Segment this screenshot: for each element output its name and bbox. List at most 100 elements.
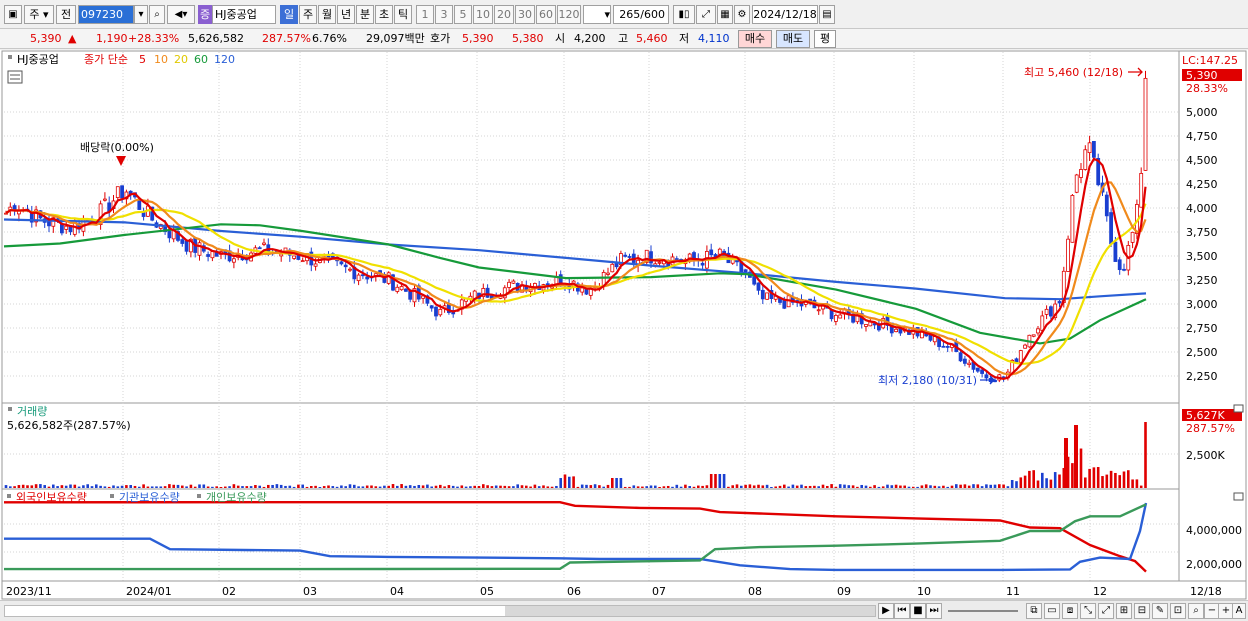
period-week[interactable]: 주 xyxy=(299,5,317,24)
num-120[interactable]: 120 xyxy=(557,5,581,24)
code-dropdown-icon[interactable]: ▾ xyxy=(134,5,148,24)
layout-icon[interactable]: ▣ xyxy=(4,5,22,24)
volume-bar xyxy=(185,486,188,488)
volume-bar xyxy=(907,486,911,488)
period-month[interactable]: 월 xyxy=(318,5,336,24)
volume-bar xyxy=(563,474,567,488)
volume-panel[interactable] xyxy=(1,402,1180,490)
volume-bar xyxy=(516,484,519,488)
volume-bar xyxy=(64,485,68,488)
volume-bar xyxy=(722,474,726,488)
candle-body xyxy=(967,362,972,365)
tool4-icon[interactable]: ⊟ xyxy=(1134,603,1150,619)
type-button[interactable]: 전 xyxy=(56,5,76,24)
legend-type: 종가 단순 xyxy=(84,53,128,66)
volume-bar xyxy=(649,485,653,488)
sell-button[interactable]: 매도 xyxy=(776,30,810,48)
holdings-maximize-icon[interactable] xyxy=(1233,492,1244,501)
volume-bar xyxy=(546,486,550,488)
date-field[interactable]: 2024/12/18 xyxy=(752,5,818,24)
candle-body xyxy=(279,253,284,257)
num-3[interactable]: 3 xyxy=(435,5,453,24)
draw-tool-icon[interactable]: ⤢ xyxy=(696,5,716,24)
num-10[interactable]: 10 xyxy=(473,5,493,24)
volume-bar xyxy=(998,484,1001,488)
avg-button[interactable]: 평 xyxy=(814,30,836,48)
price-tick-label: 4,500 xyxy=(1186,154,1218,167)
stock-code-input[interactable]: 097230 xyxy=(78,5,134,24)
market-select[interactable]: 주 ▾ xyxy=(24,5,54,24)
volume-bar xyxy=(1079,448,1083,488)
candle-body xyxy=(717,248,722,255)
candle-body xyxy=(816,309,821,312)
calculator-icon[interactable] xyxy=(7,70,23,84)
volume-bar xyxy=(73,484,77,488)
scroll-right-icon[interactable]: ▶ xyxy=(878,603,894,619)
volume-bar xyxy=(1131,479,1134,488)
window-icon[interactable]: ▭ xyxy=(1044,603,1060,619)
period-minute[interactable]: 분 xyxy=(356,5,374,24)
holdings-handle-icon-2[interactable] xyxy=(110,494,114,498)
period-year[interactable]: 년 xyxy=(337,5,355,24)
scroll-track[interactable] xyxy=(4,605,876,617)
buy-button[interactable]: 매수 xyxy=(738,30,772,48)
panel-handle-icon[interactable] xyxy=(8,55,12,59)
volume-bar xyxy=(181,485,184,488)
magnifier-icon[interactable]: ⌕ xyxy=(1188,603,1204,619)
period-tick[interactable]: 틱 xyxy=(394,5,412,24)
legend-foreign: 외국인보유수량 xyxy=(16,491,87,504)
volume-bar xyxy=(434,485,438,488)
calendar-icon[interactable]: ▤ xyxy=(819,5,835,24)
period-day[interactable]: 일 xyxy=(280,5,298,24)
search-icon[interactable]: ⌕ xyxy=(149,5,165,24)
volume-bar xyxy=(77,486,81,488)
candle-type-icon[interactable]: ▮▯ xyxy=(673,5,695,24)
copy-icon[interactable]: ⧉ xyxy=(1026,603,1042,619)
font-icon[interactable]: A xyxy=(1232,603,1246,619)
num-30[interactable]: 30 xyxy=(515,5,535,24)
volume-bar xyxy=(112,485,115,488)
volume-bar xyxy=(821,484,825,488)
speaker-icon[interactable]: ◀▾ xyxy=(167,5,195,24)
volume-bar xyxy=(344,486,347,488)
tool1-icon[interactable]: ⤡ xyxy=(1080,603,1096,619)
volume-maximize-icon[interactable] xyxy=(1233,404,1244,413)
stock-name: HJ중공업 xyxy=(212,5,276,24)
num-20[interactable]: 20 xyxy=(494,5,514,24)
candle-body xyxy=(210,251,215,259)
blank-select[interactable]: ▾ xyxy=(583,5,611,24)
rewind-icon[interactable]: ⏮ xyxy=(894,603,910,619)
chart-svg[interactable]: HJ중공업 종가 단순 5 10 20 60 120 배당락(0.00%) 최고… xyxy=(0,50,1248,600)
candle-body xyxy=(984,374,989,379)
tool6-icon[interactable]: ⊡ xyxy=(1170,603,1186,619)
volume-bar xyxy=(1006,486,1010,488)
tool2-icon[interactable]: ⤢ xyxy=(1098,603,1114,619)
scroll-thumb[interactable] xyxy=(505,606,875,616)
count-field[interactable]: 265/600 xyxy=(613,5,669,24)
chart-area[interactable]: HJ중공업 종가 단순 5 10 20 60 120 배당락(0.00%) 최고… xyxy=(0,50,1248,621)
candle-body xyxy=(975,367,980,372)
candle-body xyxy=(103,198,107,201)
zoom-slider[interactable] xyxy=(948,610,1018,612)
holdings-handle-icon-1[interactable] xyxy=(7,494,11,498)
num-1[interactable]: 1 xyxy=(416,5,434,24)
volume-handle-icon[interactable] xyxy=(8,407,12,411)
volume-bar xyxy=(499,485,502,488)
grid-icon[interactable]: ▦ xyxy=(717,5,733,24)
tool3-icon[interactable]: ⊞ xyxy=(1116,603,1132,619)
candle-body xyxy=(408,290,413,300)
tool5-icon[interactable]: ✎ xyxy=(1152,603,1168,619)
candle-body xyxy=(313,263,318,267)
candle-body xyxy=(1044,308,1049,315)
candle-body xyxy=(1130,231,1135,243)
num-60[interactable]: 60 xyxy=(536,5,556,24)
volume-bar xyxy=(133,485,137,488)
restore-icon[interactable]: ⧈ xyxy=(1062,603,1078,619)
stop-icon[interactable]: ■ xyxy=(910,603,926,619)
volume-bar xyxy=(1096,467,1100,488)
period-second[interactable]: 초 xyxy=(375,5,393,24)
holdings-handle-icon-3[interactable] xyxy=(197,494,201,498)
fast-forward-icon[interactable]: ⏭ xyxy=(926,603,942,619)
num-5[interactable]: 5 xyxy=(454,5,472,24)
gear-icon[interactable]: ⚙ xyxy=(734,5,750,24)
